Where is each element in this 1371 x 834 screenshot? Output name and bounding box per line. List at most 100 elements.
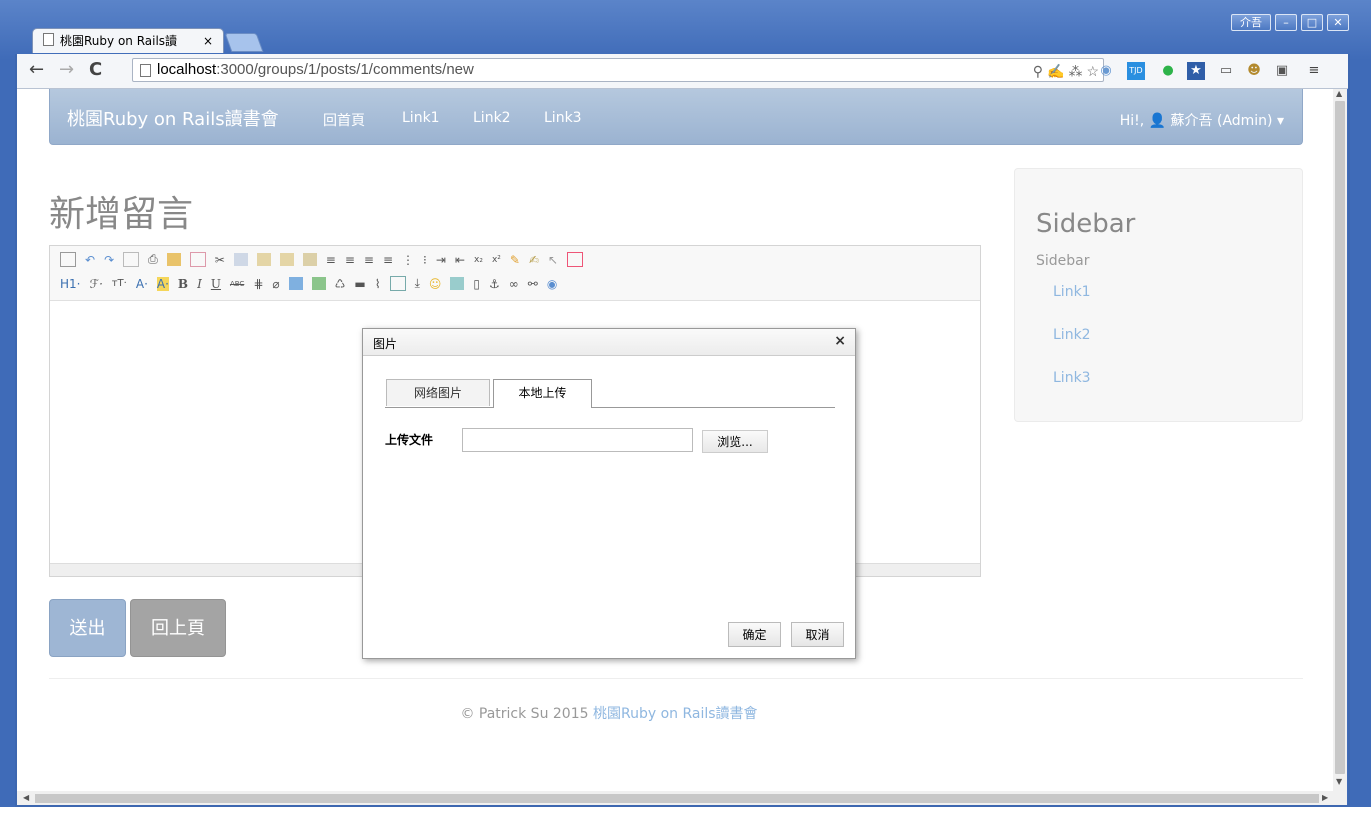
tjd-extension-icon[interactable]: TJD [1127,62,1145,80]
reload-icon[interactable]: C [89,60,102,80]
forward-arrow-icon[interactable]: → [59,60,74,80]
cancel-button[interactable]: 取消 [791,622,844,647]
code-icon[interactable] [189,252,206,267]
tab-close-icon[interactable]: × [203,29,213,54]
image-icon[interactable] [288,277,303,290]
close-window-button[interactable]: ✕ [1327,14,1349,31]
redo-icon[interactable]: ↷ [104,253,114,267]
emoticon-icon[interactable]: ☺ [429,277,442,291]
eraser-icon[interactable]: ⌀ [272,277,279,291]
hr-icon[interactable]: ⤓ [415,276,420,291]
flash-icon[interactable]: ♺ [335,277,346,291]
new-tab-button[interactable] [224,33,264,52]
brand-link[interactable]: 桃園Ruby on Rails讀書會 [67,105,279,131]
font-color-dropdown[interactable]: A· [136,277,148,291]
copy-icon[interactable] [233,253,248,266]
select-all-icon[interactable]: ✍ [529,253,539,267]
ordered-list-icon[interactable]: ⋮ [402,253,414,267]
indent-icon[interactable]: ⇥ [436,253,446,267]
scroll-up-icon[interactable]: ▲ [1336,89,1342,98]
profile-button[interactable]: 介吾 [1231,14,1271,31]
sidebar-link-2[interactable]: Link2 [1053,327,1091,343]
paste-word-icon[interactable] [302,253,317,266]
tab-web-image[interactable]: 网络图片 [386,379,490,406]
zoom-icon[interactable]: ⚲ [1033,60,1043,82]
rails-extension-icon[interactable]: ✍ [1047,60,1064,82]
pagebreak-icon[interactable]: ▯ [473,277,480,291]
browser-tab[interactable]: 桃園Ruby on Rails讀 × [32,28,224,53]
italic-button[interactable]: I [197,277,202,291]
nav-link-2[interactable]: Link2 [473,110,511,126]
scroll-left-icon[interactable]: ◀ [23,793,29,802]
address-bar[interactable]: localhost:3000/groups/1/posts/1/comments… [132,58,1104,82]
cursor-icon[interactable]: ↖ [548,253,558,267]
close-icon[interactable]: × [834,333,846,349]
preview-icon[interactable] [123,252,140,267]
media-icon[interactable]: ▬ [354,277,365,291]
unlink-icon[interactable]: ⚯ [528,277,538,291]
highlight-dropdown[interactable]: A· [156,276,169,291]
horizontal-scrollbar[interactable]: ◀ ▶ [17,791,1347,805]
back-arrow-icon[interactable]: ← [29,60,44,80]
translate-icon[interactable]: ⁂ [1068,60,1082,82]
anchor-icon[interactable]: ⚓ [489,277,500,291]
extension-icon[interactable]: ▣ [1273,62,1291,80]
cast-icon[interactable]: ▭ [1217,62,1235,80]
nav-link-home[interactable]: 回首頁 [323,110,365,130]
print-icon[interactable]: ⎙ [148,252,158,267]
unordered-list-icon[interactable]: ⁝ [423,253,427,267]
sidebar-link-3[interactable]: Link3 [1053,370,1091,386]
back-button[interactable]: 回上頁 [130,599,226,657]
horizontal-scroll-thumb[interactable] [35,794,1319,803]
fullscreen-icon[interactable] [567,252,584,267]
heading-dropdown[interactable]: H1· [60,277,80,291]
minimize-button[interactable]: – [1275,14,1297,31]
outdent-icon[interactable]: ⇤ [455,253,465,267]
footer-link[interactable]: 桃園Ruby on Rails讀書會 [593,706,758,722]
font-family-dropdown[interactable]: ℱ· [89,277,102,291]
justify-icon[interactable]: ≡ [383,253,393,267]
menu-icon[interactable]: ≡ [1305,62,1323,80]
sidebar-link-1[interactable]: Link1 [1053,284,1091,300]
table-icon[interactable] [389,276,406,291]
undo-icon[interactable]: ↶ [85,253,95,267]
map-icon[interactable] [450,277,465,290]
align-right-icon[interactable]: ≡ [364,253,374,267]
paste-plain-icon[interactable] [279,253,294,266]
github-cat-icon[interactable]: ☻ [1245,62,1263,80]
nav-link-1[interactable]: Link1 [402,110,440,126]
bold-button[interactable]: B [178,277,188,291]
tab-local-upload[interactable]: 本地上传 [493,379,592,408]
camera-icon[interactable]: ◉ [1097,62,1115,80]
browse-button[interactable]: 浏览... [702,430,768,453]
underline-button[interactable]: U [211,277,221,291]
strikethrough-button[interactable]: ABC [230,280,244,288]
nav-link-3[interactable]: Link3 [544,110,582,126]
ok-button[interactable]: 确定 [728,622,781,647]
cut-icon[interactable]: ✂ [215,253,225,267]
user-dropdown[interactable]: Hi!, 👤 蘇介吾 (Admin) ▾ [1120,110,1284,130]
paste-icon[interactable] [256,253,271,266]
maximize-button[interactable]: □ [1301,14,1323,31]
align-center-icon[interactable]: ≡ [345,253,355,267]
clear-format-icon[interactable]: ✎ [510,253,520,267]
superscript-icon[interactable]: x² [492,255,501,265]
vertical-scrollbar[interactable]: ▲ ▼ [1333,89,1347,791]
subscript-icon[interactable]: x₂ [474,255,483,265]
template-icon[interactable] [166,253,181,266]
font-size-dropdown[interactable]: тT· [112,278,127,289]
bookmarks-star-icon[interactable]: ★ [1187,62,1205,80]
multi-image-icon[interactable] [311,277,326,290]
attachment-icon[interactable]: ⌇ [375,277,381,291]
align-left-icon[interactable]: ≡ [326,253,336,267]
evernote-icon[interactable]: ● [1159,62,1177,80]
file-path-input[interactable] [462,428,693,452]
scroll-right-icon[interactable]: ▶ [1322,793,1328,802]
line-height-icon[interactable]: ⋕ [253,277,263,291]
submit-button[interactable]: 送出 [49,599,126,657]
link-icon[interactable]: ∞ [509,277,519,291]
source-icon[interactable] [60,252,76,267]
vertical-scroll-thumb[interactable] [1335,101,1345,774]
scroll-down-icon[interactable]: ▼ [1336,777,1342,786]
help-icon[interactable]: ◉ [547,277,557,291]
